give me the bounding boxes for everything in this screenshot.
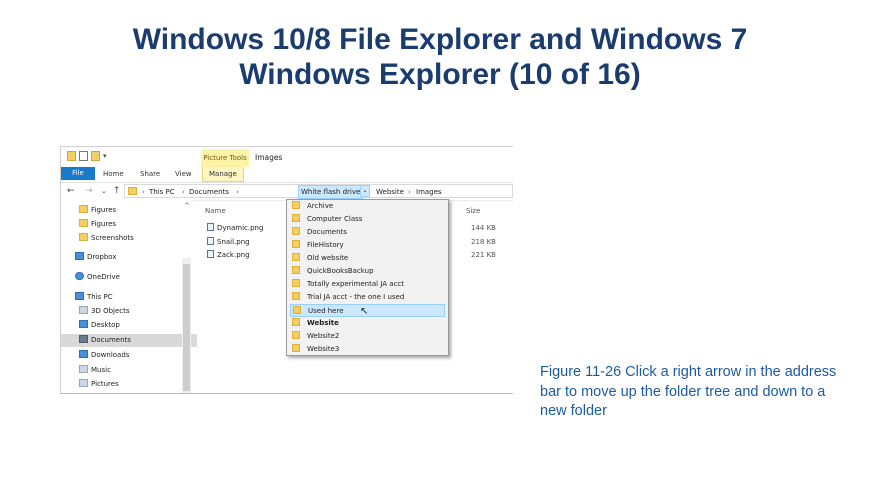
- nav-item-figures[interactable]: Figures: [79, 204, 116, 217]
- folder-icon: [79, 219, 88, 227]
- folder-icon: [292, 201, 300, 209]
- dropdown-item-documents[interactable]: Documents: [290, 226, 445, 239]
- nav-item-onedrive[interactable]: OneDrive: [75, 271, 120, 284]
- file-size: 144 KB: [471, 224, 496, 232]
- music-icon: [79, 365, 88, 373]
- folder-icon: [128, 187, 137, 195]
- breadcrumb-images[interactable]: Images: [416, 186, 442, 198]
- column-header-name[interactable]: Name: [205, 207, 226, 215]
- file-size: 221 KB: [471, 251, 496, 259]
- back-icon[interactable]: ←: [67, 185, 75, 197]
- up-icon[interactable]: ↑: [113, 185, 121, 197]
- nav-item-music[interactable]: Music: [79, 364, 111, 377]
- dropdown-item-filehistory[interactable]: FileHistory: [290, 239, 445, 252]
- 3d-objects-icon: [79, 306, 88, 314]
- folder-icon: [293, 306, 301, 314]
- nav-item-desktop[interactable]: Desktop: [79, 319, 120, 332]
- dropdown-item-quickbooksbackup[interactable]: QuickBooksBackup: [290, 265, 445, 278]
- dropdown-item-website2[interactable]: Website2: [290, 330, 445, 343]
- folder-icon: [292, 279, 300, 287]
- dropdown-item-trial-ja-acct[interactable]: Trial JA acct - the one I used: [290, 291, 445, 304]
- title-bar: ▾ Picture Tools Images: [61, 147, 513, 167]
- folder-icon: [292, 331, 300, 339]
- nav-item-3d-objects[interactable]: 3D Objects: [79, 305, 130, 318]
- folder-icon: [292, 253, 300, 261]
- quick-access-dropdown-icon[interactable]: ▾: [103, 151, 110, 161]
- folder-icon: [292, 227, 300, 235]
- dropdown-item-used-here[interactable]: Used here ↖: [290, 304, 445, 317]
- folder-icon: [292, 344, 300, 352]
- nav-pane-scrollbar[interactable]: [182, 258, 191, 393]
- slide-title: Windows 10/8 File Explorer and Windows 7…: [0, 22, 880, 92]
- tab-manage[interactable]: Manage: [202, 167, 244, 182]
- properties-icon[interactable]: [79, 151, 88, 161]
- breadcrumb-separator[interactable]: ›: [236, 186, 239, 198]
- tab-share[interactable]: Share: [140, 167, 160, 182]
- downloads-icon: [79, 350, 88, 358]
- navigation-pane: ^ Figures Figures Screenshots Dropbox On…: [61, 200, 197, 393]
- nav-item-pictures[interactable]: Pictures: [79, 378, 119, 391]
- folder-icon: [292, 214, 300, 222]
- forward-icon[interactable]: →: [85, 185, 93, 197]
- breadcrumb-this-pc[interactable]: This PC: [149, 186, 175, 198]
- breadcrumb-documents[interactable]: Documents: [189, 186, 229, 198]
- nav-item-this-pc[interactable]: This PC: [75, 291, 113, 304]
- nav-item-figures-2[interactable]: Figures: [79, 218, 116, 231]
- folder-icon: [292, 240, 300, 248]
- new-folder-icon[interactable]: [91, 151, 100, 161]
- address-bar[interactable]: › This PC › Documents › White flash driv…: [124, 184, 513, 199]
- nav-item-screenshots[interactable]: Screenshots: [79, 232, 134, 245]
- quick-access-toolbar: ▾: [67, 151, 110, 161]
- dropdown-item-computer-class[interactable]: Computer Class: [290, 213, 445, 226]
- folder-icon[interactable]: [67, 151, 76, 161]
- breadcrumb-white-flash-drive[interactable]: White flash drive: [298, 185, 364, 199]
- desktop-icon: [79, 320, 88, 328]
- folder-icon: [292, 266, 300, 274]
- breadcrumb-website[interactable]: Website: [376, 186, 404, 198]
- figure-caption: Figure 11-26 Click a right arrow in the …: [540, 364, 837, 419]
- breadcrumb-separator[interactable]: ›: [142, 186, 145, 198]
- breadcrumb-dropdown-arrow[interactable]: ⌄: [360, 185, 370, 197]
- breadcrumb-separator[interactable]: ›: [182, 186, 185, 198]
- file-item[interactable]: Snail.png: [207, 236, 250, 249]
- slide-title-line-1: Windows 10/8 File Explorer and Windows 7: [132, 23, 748, 56]
- dropdown-item-website[interactable]: Website: [290, 317, 445, 330]
- recent-locations-icon[interactable]: ⌄: [101, 185, 107, 197]
- dropbox-icon: [75, 252, 84, 260]
- picture-tools-tab: Picture Tools: [201, 149, 249, 167]
- image-file-icon: [207, 250, 214, 258]
- tab-file[interactable]: File: [61, 167, 95, 180]
- dropdown-item-archive[interactable]: Archive: [290, 200, 445, 213]
- window-title: Images: [255, 153, 283, 162]
- image-file-icon: [207, 223, 214, 231]
- breadcrumb-separator[interactable]: ›: [408, 186, 411, 198]
- documents-icon: [79, 335, 88, 343]
- file-item[interactable]: Zack.png: [207, 249, 250, 262]
- pictures-icon: [79, 379, 88, 387]
- nav-item-dropbox[interactable]: Dropbox: [75, 251, 117, 264]
- computer-icon: [75, 292, 84, 300]
- ribbon-tabs: File Home Share View Manage: [61, 167, 513, 183]
- tab-view[interactable]: View: [175, 167, 192, 182]
- file-size: 218 KB: [471, 238, 496, 246]
- folder-dropdown-menu: Archive Computer Class Documents FileHis…: [286, 199, 449, 356]
- tab-home[interactable]: Home: [103, 167, 124, 182]
- image-file-icon: [207, 237, 214, 245]
- folder-icon: [292, 318, 300, 326]
- file-item[interactable]: Dynamic.png: [207, 222, 263, 235]
- dropdown-item-website3[interactable]: Website3: [290, 343, 445, 356]
- dropdown-item-totally-experimental[interactable]: Totally experimental JA acct: [290, 278, 445, 291]
- dropdown-item-old-website[interactable]: Old website: [290, 252, 445, 265]
- nav-item-documents[interactable]: Documents: [61, 334, 197, 347]
- column-header-size[interactable]: Size: [466, 207, 480, 215]
- nav-item-downloads[interactable]: Downloads: [79, 349, 129, 362]
- folder-icon: [79, 205, 88, 213]
- slide-title-line-2: Windows Explorer (10 of 16): [239, 58, 641, 91]
- onedrive-icon: [75, 272, 84, 280]
- scrollbar-thumb[interactable]: [183, 264, 190, 391]
- scroll-up-icon[interactable]: ^: [184, 202, 190, 210]
- folder-icon: [292, 292, 300, 300]
- explorer-window-screenshot: ▾ Picture Tools Images File Home Share V…: [60, 146, 513, 394]
- folder-icon: [79, 233, 88, 241]
